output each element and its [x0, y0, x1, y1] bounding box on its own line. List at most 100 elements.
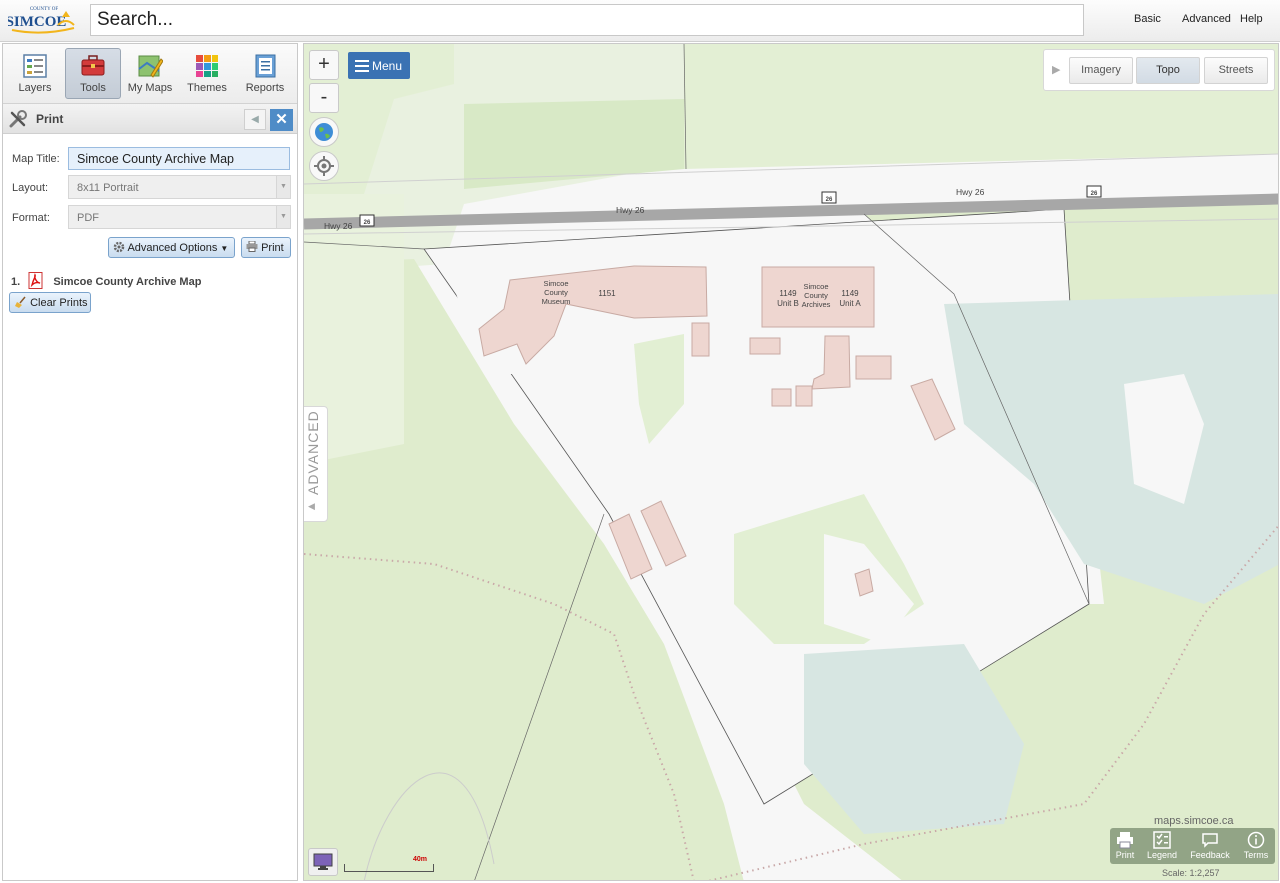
print-list-item: 1. Simcoe County Archive Map [11, 272, 201, 289]
zoom-out-button[interactable]: - [309, 83, 339, 113]
left-panel: Layers Tools My Maps Themes Reports Prin… [2, 43, 298, 881]
panel-toolbar: Layers Tools My Maps Themes Reports [3, 44, 297, 104]
format-label: Format: [12, 212, 50, 224]
road-label: Hwy 26 [616, 205, 645, 215]
chevron-down-icon: ▼ [276, 176, 290, 198]
bottom-feedback-button[interactable]: Feedback [1190, 831, 1230, 860]
format-select[interactable]: PDF ▼ [68, 205, 291, 229]
bottom-feedback-label: Feedback [1190, 850, 1230, 860]
map-title-label: Map Title: [12, 153, 60, 165]
building-label: Unit B [777, 299, 799, 308]
layout-label: Layout: [12, 182, 49, 194]
collapse-panel-button[interactable]: ◀ [244, 109, 266, 130]
clear-prints-button[interactable]: Clear Prints [9, 292, 91, 313]
basemap-imagery-button[interactable]: Imagery [1069, 57, 1133, 84]
globe-icon [315, 123, 333, 141]
building-label: Simcoe [543, 279, 568, 288]
wrench-screwdriver-icon [9, 110, 27, 128]
bottom-print-label: Print [1115, 850, 1135, 860]
toolbar-layers[interactable]: Layers [7, 48, 63, 99]
advanced-options-button[interactable]: Advanced Options ▼ [108, 237, 235, 258]
zoom-in-button[interactable]: + [309, 50, 339, 80]
toolbar-reports[interactable]: Reports [237, 48, 293, 99]
building-label: 1149 [779, 289, 797, 298]
help-link[interactable]: Help [1240, 13, 1263, 25]
advanced-link[interactable]: Advanced [1182, 13, 1231, 25]
app-header: COUNTY OF SIMCOE Basic Advanced Help [0, 0, 1280, 42]
scale-text: Scale: 1:2,257 [1162, 868, 1220, 878]
toolbar-my-maps[interactable]: My Maps [122, 48, 178, 99]
checklist-icon [1153, 831, 1171, 849]
locate-me-button[interactable] [309, 151, 339, 181]
svg-text:SIMCOE: SIMCOE [8, 14, 66, 30]
highway-shield: 26 [1086, 185, 1102, 198]
print-button[interactable]: Print [241, 237, 291, 258]
svg-text:26: 26 [364, 220, 371, 226]
caret-down-icon: ▼ [220, 244, 229, 253]
scale-bar-label: 40m [413, 856, 428, 863]
basemap-streets-button[interactable]: Streets [1204, 57, 1268, 84]
topo-basemap[interactable]: Hwy 26 Hwy 26 Hwy 26 26 26 26 Simcoe Cou… [304, 44, 1279, 881]
print-panel-header: Print ◀ ✕ [3, 104, 297, 134]
print-item-link[interactable]: Simcoe County Archive Map [53, 276, 201, 288]
layout-select-value: 8x11 Portrait [77, 182, 139, 194]
my-maps-icon [138, 55, 163, 78]
building-label: Museum [542, 297, 571, 306]
road-label: Hwy 26 [956, 187, 985, 197]
bottom-legend-button[interactable]: Legend [1147, 831, 1177, 860]
building-label: Simcoe [803, 282, 828, 291]
layers-icon [23, 54, 47, 78]
expand-basemaps-icon[interactable]: ▶ [1052, 63, 1060, 76]
menu-button[interactable]: Menu [348, 52, 410, 79]
advanced-tab-label: ADVANCED [305, 410, 321, 495]
hamburger-icon [355, 60, 369, 72]
broom-icon [15, 296, 26, 308]
building-label: Archives [802, 300, 831, 309]
advanced-tab[interactable]: ADVANCED ◀ [304, 406, 328, 522]
advanced-options-label: Advanced Options [127, 242, 218, 254]
chevron-down-icon: ▼ [276, 206, 290, 228]
map-view[interactable]: Hwy 26 Hwy 26 Hwy 26 26 26 26 Simcoe Cou… [303, 43, 1279, 881]
basic-link[interactable]: Basic [1134, 13, 1161, 25]
building-label: County [804, 291, 828, 300]
road-label: Hwy 26 [324, 221, 353, 231]
print-panel-title: Print [36, 112, 64, 126]
svg-text:COUNTY OF: COUNTY OF [30, 7, 59, 12]
map-title-input[interactable] [68, 147, 290, 170]
svg-text:26: 26 [826, 197, 833, 203]
scale-bar [344, 864, 434, 872]
toolbar-my-maps-label: My Maps [127, 82, 173, 94]
full-extent-button[interactable] [309, 117, 339, 147]
toolbar-tools[interactable]: Tools [65, 48, 121, 99]
site-url[interactable]: maps.simcoe.ca [1154, 815, 1233, 827]
bottom-terms-button[interactable]: Terms [1242, 831, 1270, 860]
layout-select[interactable]: 8x11 Portrait ▼ [68, 175, 291, 199]
toolbar-themes[interactable]: Themes [179, 48, 235, 99]
monitor-icon [313, 853, 333, 870]
caret-left-icon: ◀ [308, 501, 315, 511]
print-button-label: Print [261, 242, 284, 254]
printer-icon [246, 240, 258, 252]
monitor-button[interactable] [308, 848, 338, 876]
building-label: 1149 [841, 289, 859, 298]
highway-shield: 26 [359, 214, 375, 227]
close-panel-button[interactable]: ✕ [270, 109, 293, 131]
building-label: Unit A [839, 299, 861, 308]
bottom-terms-label: Terms [1243, 850, 1269, 860]
basemap-switcher: ▶ Imagery Topo Streets [1043, 49, 1275, 91]
toolbar-reports-label: Reports [245, 82, 285, 94]
search-input[interactable] [90, 4, 1084, 36]
toolbar-themes-label: Themes [187, 82, 227, 94]
themes-icon [196, 55, 218, 77]
basemap-topo-button[interactable]: Topo [1136, 57, 1200, 84]
toolbar-layers-label: Layers [18, 82, 52, 94]
svg-text:26: 26 [1091, 191, 1098, 197]
building-label: County [544, 288, 568, 297]
pdf-icon[interactable] [28, 272, 44, 289]
bottom-print-button[interactable]: Print [1114, 831, 1136, 860]
highway-shield: 26 [821, 191, 837, 204]
map-bottom-tools: Print Legend Feedback Terms [1110, 828, 1275, 864]
crosshair-icon [314, 156, 334, 176]
building-label: 1151 [598, 289, 616, 298]
simcoe-logo[interactable]: COUNTY OF SIMCOE [8, 3, 76, 37]
